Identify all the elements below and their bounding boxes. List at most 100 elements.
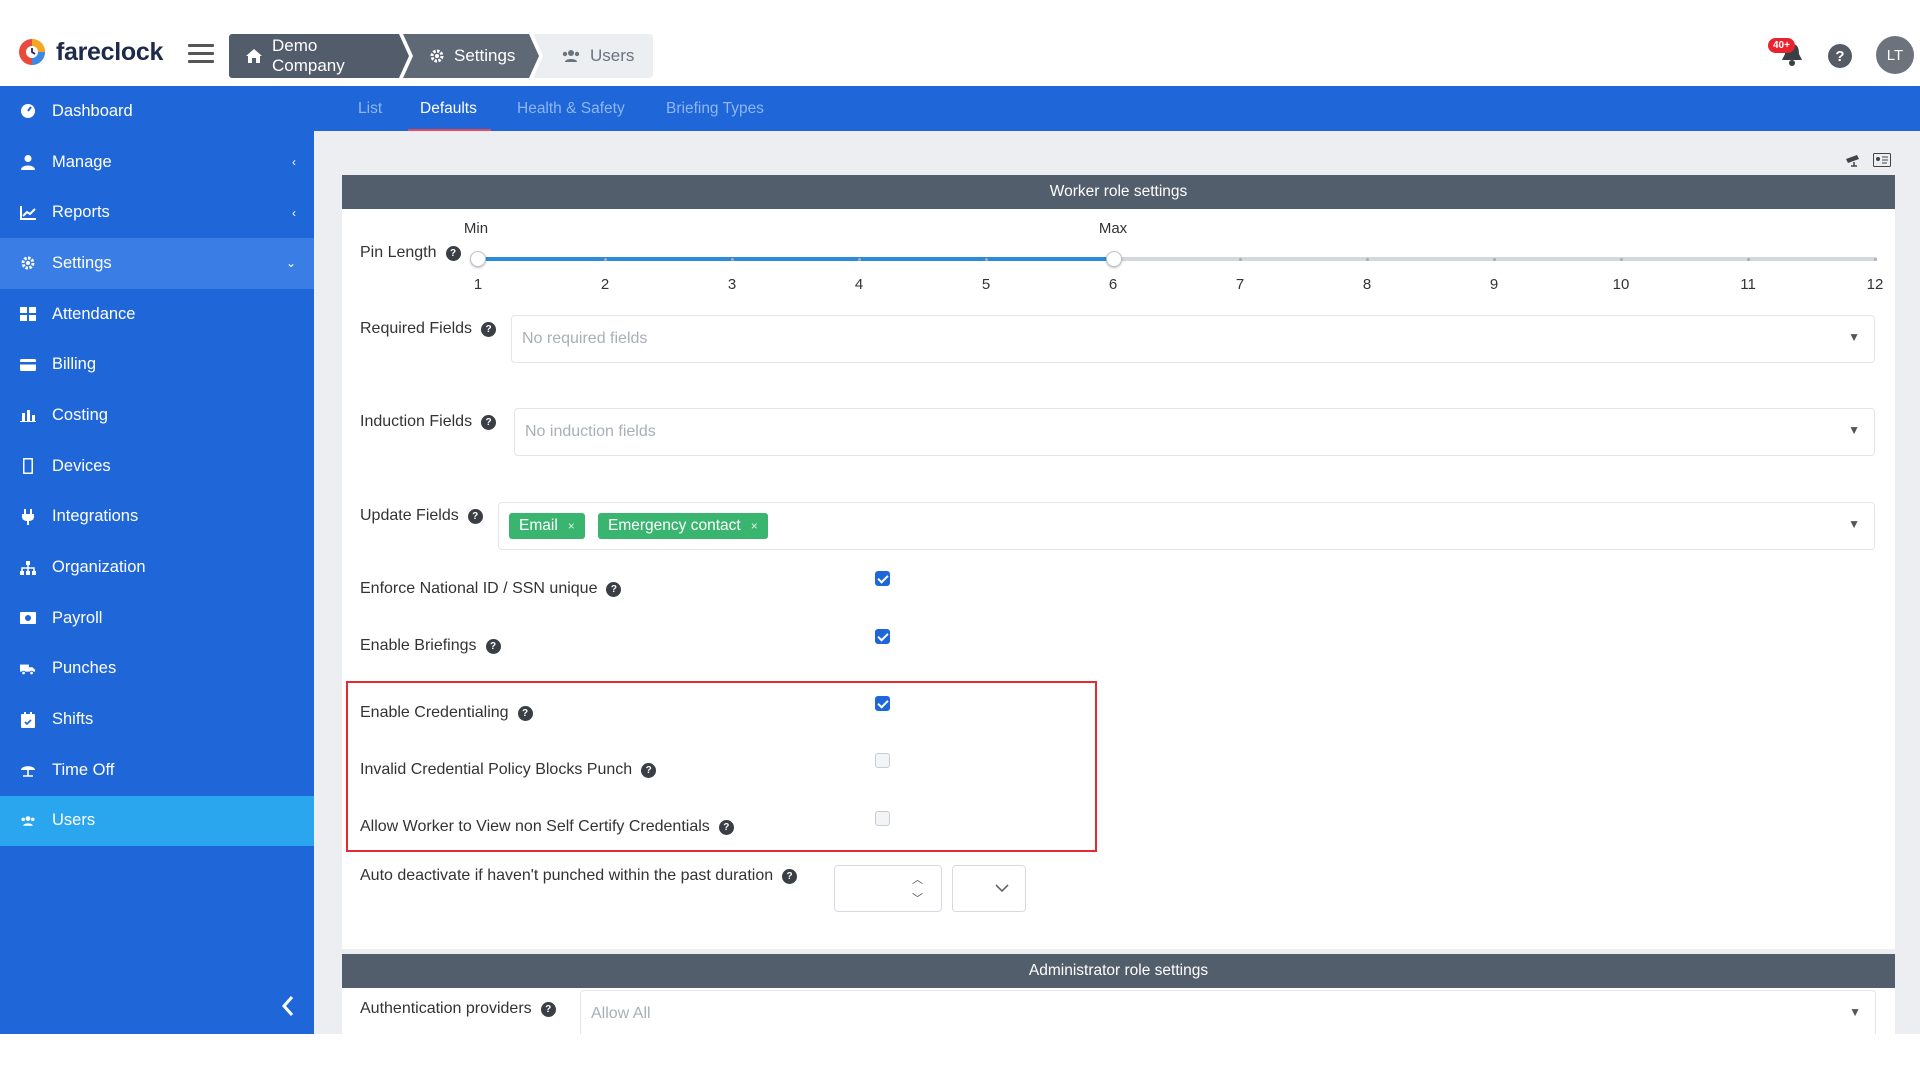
slider-tick-label: 10 <box>1612 276 1630 293</box>
chevron-up-icon[interactable]: ︿ <box>912 871 923 887</box>
sidebar-item-devices[interactable]: Devices <box>0 441 314 492</box>
chevron-down-icon[interactable]: ﹀ <box>912 890 923 906</box>
chip-label: Emergency contact <box>608 517 741 534</box>
sidebar-item-label: Attendance <box>52 304 136 323</box>
sidebar-item-integrations[interactable]: Integrations <box>0 492 314 543</box>
slider-tick-label: 12 <box>1866 276 1884 293</box>
remove-chip-icon[interactable]: × <box>751 519 758 533</box>
auto-deactivate-label-group: Auto deactivate if haven't punched withi… <box>360 867 798 885</box>
sidebar-item-billing[interactable]: Billing <box>0 339 314 390</box>
sidebar-item-users[interactable]: Users <box>0 795 314 847</box>
sidebar-item-attendance[interactable]: Attendance <box>0 289 314 340</box>
help-icon[interactable]: ? <box>1828 44 1852 68</box>
auth-providers-select[interactable]: Allow All ▼ <box>580 990 1876 1038</box>
sidebar-item-costing[interactable]: Costing <box>0 390 314 441</box>
slider-tick-label: 2 <box>600 276 610 293</box>
main-content: Worker role settings Pin Length ? Min Ma… <box>314 131 1920 1038</box>
toolbar <box>1845 153 1891 167</box>
slider-max-label: Max <box>1098 220 1128 237</box>
sidebar-item-punches[interactable]: Punches <box>0 644 314 695</box>
induction-fields-select[interactable]: No induction fields ▼ <box>514 408 1875 456</box>
tab-list[interactable]: List <box>358 86 382 131</box>
gear-icon <box>430 49 444 63</box>
sidebar-item-organization[interactable]: Organization <box>0 542 314 593</box>
help-icon[interactable]: ? <box>606 581 622 597</box>
app-window: fareclock Demo Company Settings Users 40… <box>0 0 1920 1080</box>
slider-tick-label: 8 <box>1362 276 1372 293</box>
sidebar-item-dashboard[interactable]: Dashboard <box>0 86 314 137</box>
pin-length-min-handle[interactable] <box>470 251 486 267</box>
id-card-icon[interactable] <box>1873 153 1891 167</box>
update-fields-select[interactable]: Email × Emergency contact × ▼ <box>498 502 1875 550</box>
auto-deactivate-unit-select[interactable] <box>952 865 1026 912</box>
tab-health-safety[interactable]: Health & Safety <box>517 86 625 131</box>
breadcrumb-settings[interactable]: Settings <box>403 34 539 78</box>
sidebar-item-time-off[interactable]: Time Off <box>0 745 314 796</box>
sidebar-item-label: Organization <box>52 558 146 577</box>
camera-icon[interactable] <box>1845 153 1863 167</box>
truck-icon <box>20 661 36 677</box>
help-icon[interactable]: ? <box>641 762 657 778</box>
tab-defaults[interactable]: Defaults <box>408 86 491 131</box>
pin-length-label-group: Pin Length ? <box>360 244 461 262</box>
menu-toggle-icon[interactable] <box>188 44 214 64</box>
invalid-credential-policy-checkbox[interactable] <box>875 753 890 768</box>
breadcrumb-company[interactable]: Demo Company <box>229 34 409 78</box>
worker-settings-header: Worker role settings <box>342 175 1895 209</box>
invalid-credential-policy-label: Invalid Credential Policy Blocks Punch <box>360 761 633 778</box>
collapse-sidebar-icon[interactable] <box>278 993 298 1019</box>
auth-providers-label-group: Authentication providers ? <box>360 1000 556 1018</box>
enable-credentialing-checkbox[interactable] <box>875 696 890 711</box>
help-icon[interactable]: ? <box>445 245 461 261</box>
required-fields-select[interactable]: No required fields ▼ <box>511 315 1875 363</box>
help-icon[interactable]: ? <box>517 705 533 721</box>
sidebar-item-label: Settings <box>52 253 112 272</box>
pin-length-max-handle[interactable] <box>1106 251 1122 267</box>
remove-chip-icon[interactable]: × <box>568 519 575 533</box>
enforce-national-id-checkbox[interactable] <box>875 571 890 586</box>
allow-worker-view-label-group: Allow Worker to View non Self Certify Cr… <box>360 818 734 836</box>
help-icon[interactable]: ? <box>481 414 497 430</box>
brand-logo[interactable]: fareclock <box>16 36 163 68</box>
enable-briefings-checkbox[interactable] <box>875 629 890 644</box>
bar-chart-icon <box>20 407 36 423</box>
avatar[interactable]: LT <box>1876 36 1914 74</box>
sidebar-item-shifts[interactable]: Shifts <box>0 694 314 745</box>
sidebar-item-payroll[interactable]: Payroll <box>0 593 314 644</box>
chevron-down-icon: ▼ <box>1849 1005 1861 1019</box>
breadcrumb-users[interactable]: Users <box>533 34 653 78</box>
tab-briefing-types[interactable]: Briefing Types <box>666 86 764 131</box>
induction-fields-placeholder: No induction fields <box>525 423 656 440</box>
help-icon[interactable]: ? <box>782 868 798 884</box>
attendance-icon <box>20 306 36 322</box>
allow-worker-view-checkbox[interactable] <box>875 811 890 826</box>
help-icon[interactable]: ? <box>485 638 501 654</box>
enforce-national-id-label-group: Enforce National ID / SSN unique ? <box>360 580 622 598</box>
breadcrumb-company-label: Demo Company <box>272 36 345 75</box>
help-icon[interactable]: ? <box>481 321 497 337</box>
users-icon <box>562 50 580 62</box>
page-bottom-margin <box>0 1034 1920 1080</box>
auto-deactivate-number-input[interactable]: ︿ ﹀ <box>834 865 942 912</box>
help-icon[interactable]: ? <box>467 508 483 524</box>
admin-settings-panel: Authentication providers ? Allow All ▼ <box>342 988 1895 1038</box>
induction-fields-label: Induction Fields <box>360 413 473 430</box>
sidebar-item-reports[interactable]: Reports ‹ <box>0 187 314 238</box>
help-icon[interactable]: ? <box>540 1001 556 1017</box>
induction-fields-label-group: Induction Fields ? <box>360 413 497 431</box>
help-icon[interactable]: ? <box>718 819 734 835</box>
enable-credentialing-label-group: Enable Credentialing ? <box>360 704 533 722</box>
pin-length-label: Pin Length <box>360 244 437 261</box>
plug-icon <box>20 508 36 525</box>
sidebar-item-manage[interactable]: Manage ‹ <box>0 137 314 188</box>
auth-providers-label: Authentication providers <box>360 1000 532 1017</box>
update-fields-label: Update Fields <box>360 507 459 524</box>
slider-tick-dot <box>1747 257 1750 261</box>
chip-emergency-contact: Emergency contact × <box>598 513 768 539</box>
sidebar-item-label: Payroll <box>52 608 103 627</box>
slider-tick-dot <box>1493 257 1496 261</box>
sidebar-item-settings[interactable]: Settings ⌄ <box>0 238 314 289</box>
slider-tick-dot <box>858 257 861 261</box>
slider-tick-label: 1 <box>473 276 483 293</box>
mobile-icon <box>20 458 36 475</box>
